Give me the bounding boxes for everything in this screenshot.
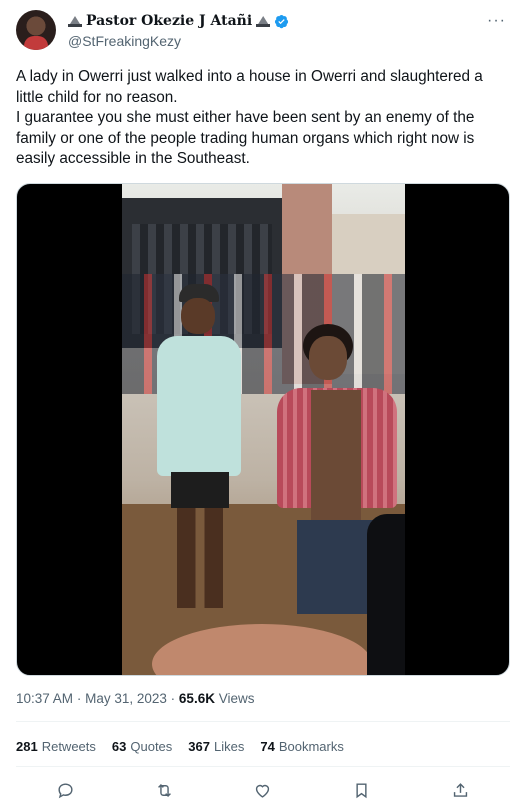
action-bar — [16, 776, 510, 804]
monument-icon — [256, 14, 271, 28]
bookmarks-stat[interactable]: 74 Bookmarks — [260, 739, 344, 754]
divider — [16, 766, 510, 767]
avatar[interactable] — [16, 10, 56, 50]
like-button[interactable] — [251, 778, 275, 802]
video-person-man — [157, 284, 241, 624]
quotes-stat[interactable]: 63 Quotes — [112, 739, 172, 754]
bookmark-button[interactable] — [350, 778, 374, 802]
likes-stat[interactable]: 367 Likes — [188, 739, 244, 754]
like-icon — [256, 784, 270, 798]
engagement-stats: 281 Retweets 63 Quotes 367 Likes 74 Bookmark… — [16, 739, 360, 754]
retweet-button[interactable] — [152, 778, 176, 802]
bookmark-icon — [356, 782, 367, 798]
video-frame[interactable] — [122, 184, 405, 675]
reply-icon — [58, 782, 73, 798]
share-icon — [453, 782, 468, 797]
tweet-paragraph: A lady in Owerri just walked into a hous… — [16, 68, 483, 106]
divider — [16, 721, 510, 722]
author-name-row[interactable]: Pastor Okezie J Atañi — [68, 13, 289, 29]
tweet-text: A lady in Owerri just walked into a hous… — [16, 67, 502, 170]
reply-button[interactable] — [53, 778, 77, 802]
monument-icon — [68, 14, 82, 28]
tweet-date[interactable]: May 31, 2023 — [85, 691, 167, 706]
views-label: Views — [218, 691, 255, 706]
video-player[interactable] — [16, 183, 510, 676]
verified-badge-icon — [275, 14, 289, 28]
tweet-timestamp: 10:37 AM · May 31, 2023 · 65.6K Views — [16, 691, 255, 706]
views-count: 65.6K — [178, 691, 215, 706]
author-handle[interactable]: @StFreakingKezy — [68, 33, 181, 49]
tweet-time[interactable]: 10:37 AM — [16, 691, 73, 706]
more-options-icon[interactable]: ··· — [487, 12, 506, 30]
retweets-stat[interactable]: 281 Retweets — [16, 739, 96, 754]
share-button[interactable] — [449, 778, 473, 802]
tweet-header: Pastor Okezie J Atañi @StFreakingKezy ··… — [16, 10, 506, 54]
author-display-name[interactable]: Pastor Okezie J Atañi — [86, 13, 252, 29]
retweet-icon — [157, 783, 171, 797]
tweet-paragraph: I guarantee you she must either have bee… — [16, 109, 475, 167]
